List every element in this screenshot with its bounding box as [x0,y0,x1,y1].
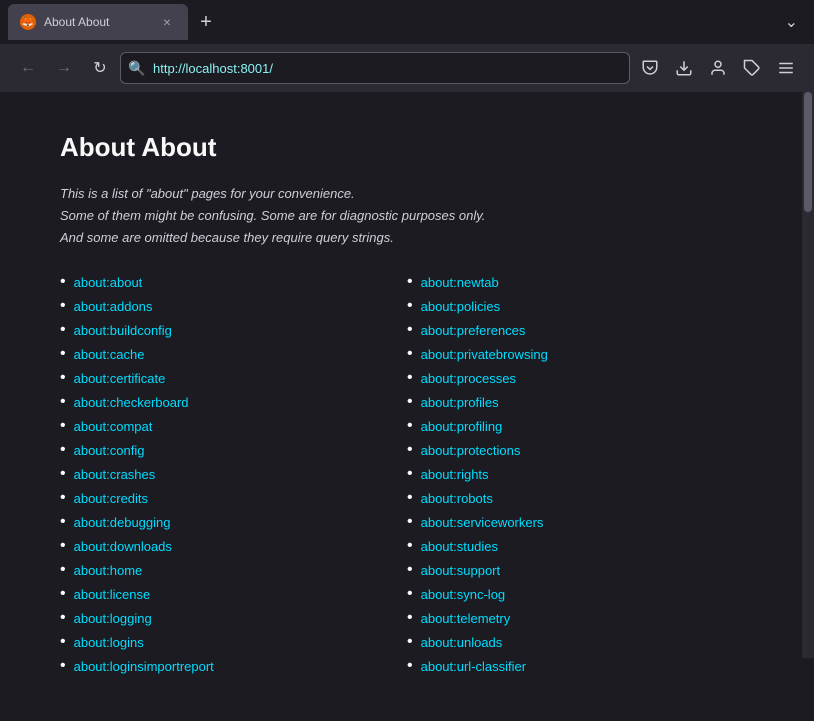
about-link[interactable]: about:preferences [421,323,526,338]
list-item: about:sync-log [407,585,754,603]
list-item: about:buildconfig [60,321,407,339]
about-link[interactable]: about:processes [421,371,516,386]
forward-button[interactable]: → [48,52,80,84]
tab-overflow-button[interactable]: ⌄ [777,8,806,36]
list-item: about:studies [407,537,754,555]
list-item: about:processes [407,369,754,387]
list-item: about:checkerboard [60,393,407,411]
extensions-button[interactable] [736,52,768,84]
list-item: about:newtab [407,273,754,291]
list-item: about:debugging [60,513,407,531]
page-description: This is a list of "about" pages for your… [60,183,754,249]
list-item: about:logging [60,609,407,627]
about-link[interactable]: about:credits [74,491,148,506]
list-item: about:crashes [60,465,407,483]
description-line1: This is a list of "about" pages for your… [60,183,754,205]
list-item: about:profiles [407,393,754,411]
about-link[interactable]: about:robots [421,491,493,506]
page-title: About About [60,132,754,163]
toolbar-icons [634,52,802,84]
back-button[interactable]: ← [12,52,44,84]
tab-title: About About [44,15,150,29]
list-item: about:loginsimportreport [60,657,407,675]
about-link[interactable]: about:url-classifier [421,659,527,674]
links-container: about:about about:addons about:buildconfig… [60,273,754,681]
description-line2: Some of them might be confusing. Some ar… [60,205,754,227]
reload-button[interactable]: ↻ [84,52,116,84]
list-item: about:rights [407,465,754,483]
about-link[interactable]: about:loginsimportreport [74,659,214,674]
list-item: about:preferences [407,321,754,339]
list-item: about:robots [407,489,754,507]
scrollbar[interactable] [802,92,814,658]
about-link[interactable]: about:sync-log [421,587,506,602]
browser-chrome: 🦊 About About × + ⌄ ← → ↻ 🔍 [0,0,814,92]
downloads-button[interactable] [668,52,700,84]
address-input[interactable] [120,52,630,84]
about-link[interactable]: about:compat [74,419,153,434]
about-link[interactable]: about:debugging [74,515,171,530]
about-link[interactable]: about:rights [421,467,489,482]
list-item: about:policies [407,297,754,315]
list-item: about:unloads [407,633,754,651]
scrollbar-thumb [804,92,812,212]
menu-button[interactable] [770,52,802,84]
list-item: about:support [407,561,754,579]
about-link[interactable]: about:config [74,443,145,458]
list-item: about:home [60,561,407,579]
about-link[interactable]: about:logging [74,611,152,626]
about-link[interactable]: about:logins [74,635,144,650]
about-link[interactable]: about:unloads [421,635,503,650]
list-item: about:addons [60,297,407,315]
about-link[interactable]: about:about [74,275,143,290]
list-item: about:cache [60,345,407,363]
tab-bar: 🦊 About About × + ⌄ [0,0,814,44]
about-link[interactable]: about:newtab [421,275,499,290]
active-tab[interactable]: 🦊 About About × [8,4,188,40]
about-link[interactable]: about:policies [421,299,501,314]
list-item: about:about [60,273,407,291]
nav-bar: ← → ↻ 🔍 [0,44,814,92]
list-item: about:logins [60,633,407,651]
description-line3: And some are omitted because they requir… [60,227,754,249]
new-tab-button[interactable]: + [192,8,220,36]
list-item: about:license [60,585,407,603]
list-item: about:privatebrowsing [407,345,754,363]
list-item: about:url-classifier [407,657,754,675]
about-link[interactable]: about:checkerboard [74,395,189,410]
list-item: about:protections [407,441,754,459]
about-link[interactable]: about:protections [421,443,521,458]
page-content: About About This is a list of "about" pa… [0,92,814,721]
list-item: about:profiling [407,417,754,435]
about-link[interactable]: about:home [74,563,143,578]
about-link[interactable]: about:profiling [421,419,503,434]
about-link[interactable]: about:telemetry [421,611,511,626]
list-item: about:config [60,441,407,459]
list-item: about:serviceworkers [407,513,754,531]
list-item: about:credits [60,489,407,507]
address-bar-wrapper: 🔍 [120,52,630,84]
about-link[interactable]: about:license [74,587,151,602]
about-link[interactable]: about:downloads [74,539,172,554]
list-item: about:downloads [60,537,407,555]
left-links-column: about:about about:addons about:buildconfig… [60,273,407,681]
right-links-column: about:newtab about:policies about:preferen… [407,273,754,681]
about-link[interactable]: about:cache [74,347,145,362]
list-item: about:compat [60,417,407,435]
pocket-button[interactable] [634,52,666,84]
list-item: about:certificate [60,369,407,387]
about-link[interactable]: about:addons [74,299,153,314]
account-button[interactable] [702,52,734,84]
about-link[interactable]: about:studies [421,539,498,554]
about-link[interactable]: about:profiles [421,395,499,410]
about-link[interactable]: about:support [421,563,501,578]
about-link[interactable]: about:certificate [74,371,166,386]
about-link[interactable]: about:buildconfig [74,323,172,338]
about-link[interactable]: about:crashes [74,467,156,482]
tab-close-button[interactable]: × [158,13,176,31]
tab-favicon: 🦊 [20,14,36,30]
list-item: about:telemetry [407,609,754,627]
about-link[interactable]: about:privatebrowsing [421,347,548,362]
about-link[interactable]: about:serviceworkers [421,515,544,530]
